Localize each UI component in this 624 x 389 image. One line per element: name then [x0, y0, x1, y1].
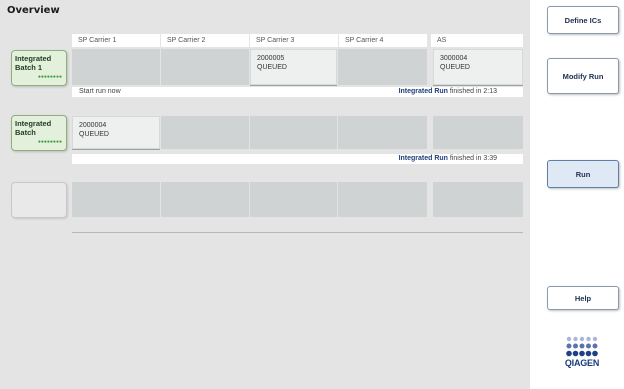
column-header-sp-carrier-3: SP Carrier 3 — [250, 34, 338, 47]
batch-label-line1: Integrated — [15, 54, 52, 63]
batch-label-line1: Integrated — [15, 119, 52, 128]
batch-2-cell-sp-carrier-3[interactable] — [250, 116, 337, 149]
sample-status: QUEUED — [440, 64, 470, 71]
batch-2-cell-sp-carrier-1[interactable]: 2000004 QUEUED — [72, 116, 160, 149]
qiagen-logo-text: QIAGEN — [564, 358, 600, 368]
batch-1-cell-sp-carrier-1[interactable] — [72, 49, 160, 85]
batch-dots-icon: ●●●●●●●● — [37, 139, 62, 145]
sample-status: QUEUED — [79, 131, 109, 138]
column-header-as: AS — [431, 34, 523, 47]
column-header-sp-carrier-4: SP Carrier 4 — [339, 34, 427, 47]
empty-batch-slot[interactable] — [11, 182, 67, 218]
batch-1-status-bar: Start run now Integrated Run finished in… — [72, 87, 523, 97]
batch-2-run-status: Integrated Run finished in 3:39 — [399, 154, 497, 164]
batch-label-line2: Batch — [15, 128, 36, 137]
batch-2-cell-sp-carrier-2[interactable] — [161, 116, 249, 149]
empty-cell-sp-carrier-4[interactable] — [338, 182, 427, 217]
sample-id: 2000005 — [257, 55, 285, 62]
run-finish-time: finished in 2:13 — [449, 88, 497, 95]
empty-cell-as[interactable] — [433, 182, 523, 217]
batch-1-cell-sp-carrier-2[interactable] — [161, 49, 249, 85]
batch-2-status-bar: Integrated Run finished in 3:39 — [72, 154, 523, 164]
batch-2-cell-as[interactable] — [433, 116, 523, 149]
column-header-sp-carrier-1: SP Carrier 1 — [72, 34, 160, 47]
start-run-now-text[interactable]: Start run now — [79, 87, 121, 97]
batch-1-run-status: Integrated Run finished in 2:13 — [399, 87, 497, 97]
sample-status: QUEUED — [257, 64, 287, 71]
qiagen-logo-dots-icon — [566, 336, 598, 357]
qiagen-logo: QIAGEN — [556, 336, 608, 378]
help-button[interactable]: Help — [547, 286, 619, 310]
column-header-sp-carrier-2: SP Carrier 2 — [161, 34, 249, 47]
run-finish-time: finished in 3:39 — [449, 155, 497, 162]
run-button[interactable]: Run — [547, 160, 619, 188]
batch-label-line2: Batch 1 — [15, 63, 43, 72]
batch-button-1[interactable]: Integrated Batch 1 ●●●●●●●● — [11, 50, 67, 86]
sample-id: 2000004 — [79, 122, 107, 129]
run-name: Integrated Run — [398, 88, 448, 95]
batch-1-cell-as[interactable]: 3000004 QUEUED — [433, 49, 523, 85]
sample-id: 3000004 — [440, 55, 468, 62]
modify-run-button[interactable]: Modify Run — [547, 58, 619, 94]
batch-1-cell-sp-carrier-3[interactable]: 2000005 QUEUED — [250, 49, 337, 85]
define-ics-button[interactable]: Define ICs — [547, 6, 619, 34]
batch-dots-icon: ●●●●●●●● — [37, 74, 62, 80]
batch-button-2[interactable]: Integrated Batch ●●●●●●●● — [11, 115, 67, 151]
empty-cell-sp-carrier-2[interactable] — [161, 182, 249, 217]
run-name: Integrated Run — [398, 155, 448, 162]
row-divider — [72, 232, 523, 233]
empty-cell-sp-carrier-3[interactable] — [250, 182, 337, 217]
batch-2-cell-sp-carrier-4[interactable] — [338, 116, 427, 149]
page-title: Overview — [7, 5, 60, 16]
batch-1-cell-sp-carrier-4[interactable] — [338, 49, 427, 85]
empty-cell-sp-carrier-1[interactable] — [72, 182, 160, 217]
